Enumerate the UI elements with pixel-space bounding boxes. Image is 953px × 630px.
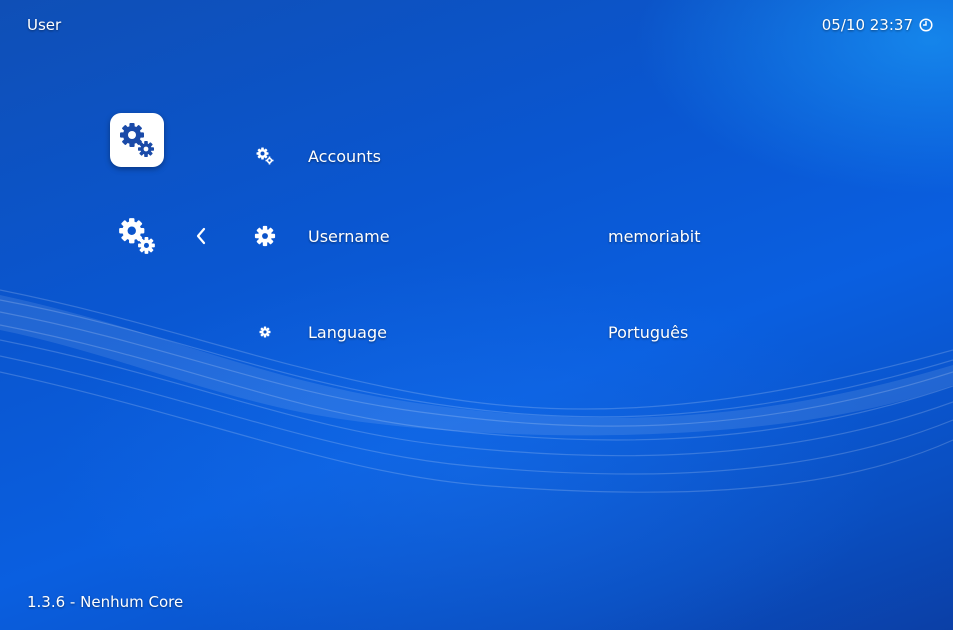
page-title: User xyxy=(27,16,62,34)
settings-row-label: Username xyxy=(308,226,390,246)
clock-icon xyxy=(919,18,933,32)
background-glow xyxy=(0,0,953,630)
settings-row-language[interactable]: Language Português xyxy=(250,317,910,347)
settings-row-label: Language xyxy=(308,322,387,342)
settings-row-username[interactable]: Username memoriabit xyxy=(250,221,910,251)
selected-category-tile[interactable] xyxy=(110,113,164,167)
datetime-text: 05/10 23:37 xyxy=(821,16,913,34)
gear-icon xyxy=(250,225,280,247)
version-label: 1.3.6 - Nenhum Core xyxy=(27,593,184,611)
gears-icon xyxy=(119,218,155,254)
settings-row-value: memoriabit xyxy=(608,226,701,246)
settings-row-value: Português xyxy=(608,322,689,342)
settings-row-label: Accounts xyxy=(308,146,381,166)
gears-icon xyxy=(250,146,280,166)
chevron-left-icon[interactable] xyxy=(192,225,210,247)
gears-icon xyxy=(120,123,154,157)
background-waves xyxy=(0,289,953,493)
clock: 05/10 23:37 xyxy=(822,16,933,34)
settings-row-accounts[interactable]: Accounts xyxy=(250,141,910,171)
small-gear-icon xyxy=(250,326,280,338)
